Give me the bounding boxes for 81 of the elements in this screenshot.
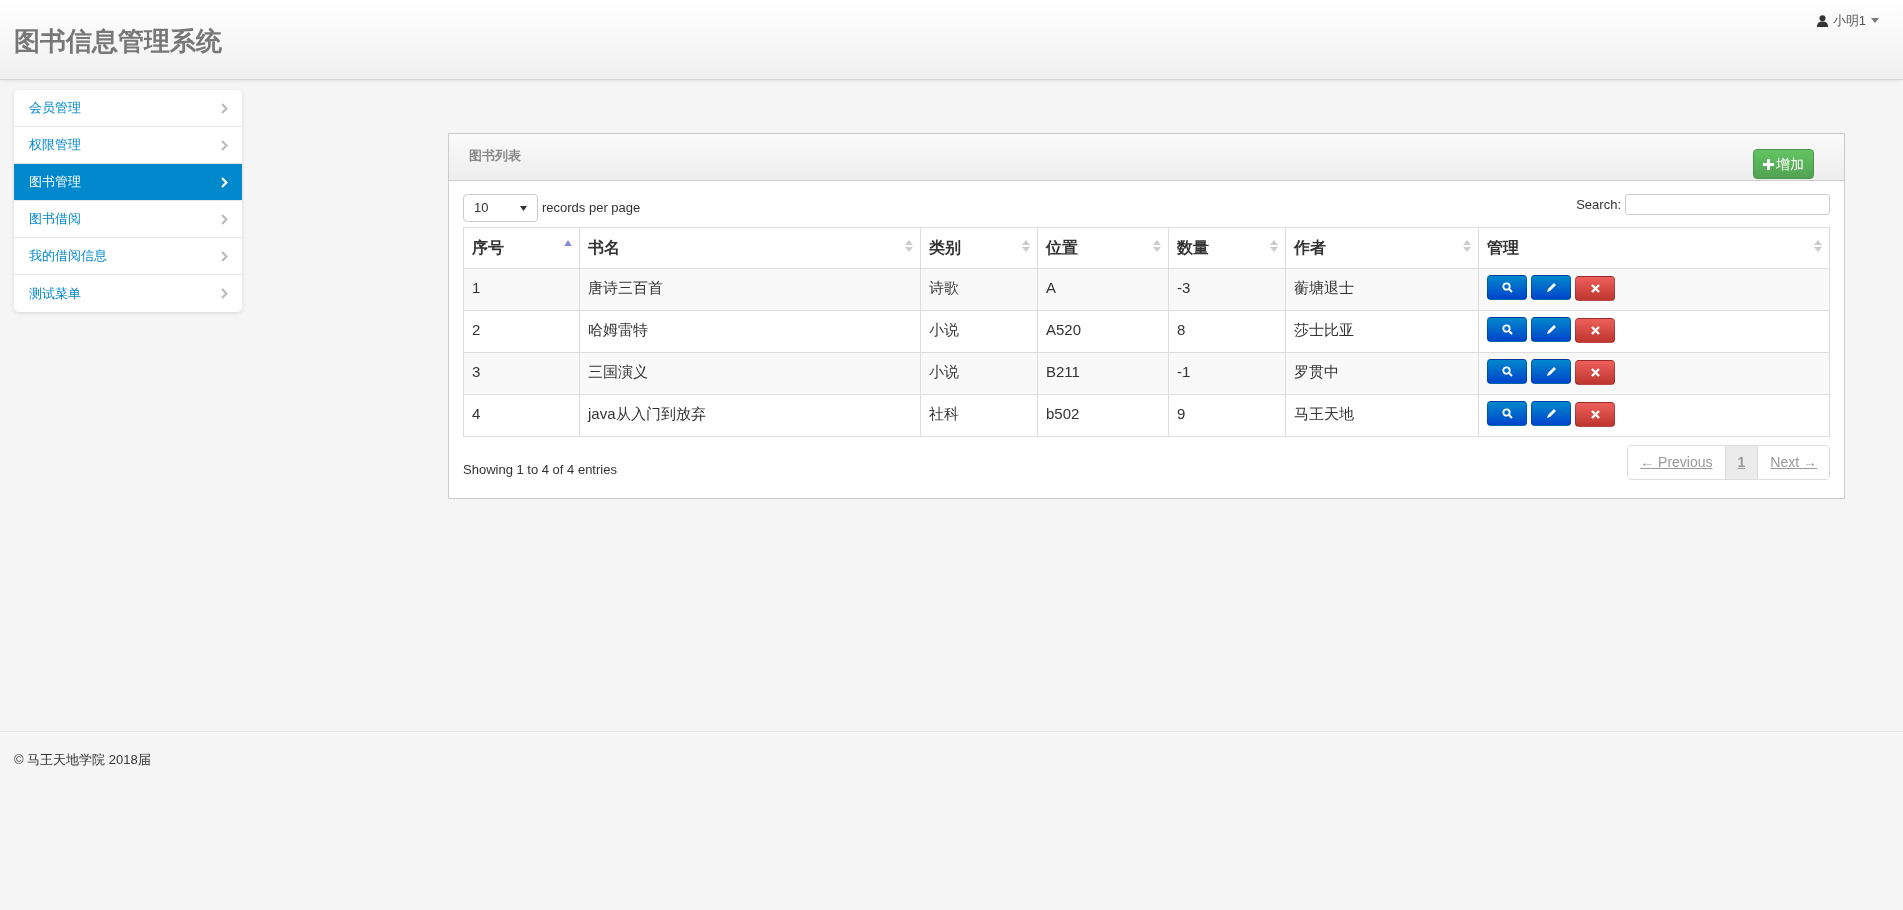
table-cell: 马王天地	[1285, 394, 1479, 437]
table-cell: 4	[463, 394, 580, 437]
chevron-right-icon	[221, 139, 228, 151]
delete-button[interactable]	[1575, 276, 1615, 301]
table-cell: b502	[1037, 394, 1169, 437]
page-size-select[interactable]: 10	[463, 194, 538, 222]
sidebar-item[interactable]: 图书借阅	[14, 201, 242, 238]
search-icon	[1501, 282, 1513, 293]
delete-button[interactable]	[1575, 318, 1615, 343]
pagination-link[interactable]: 1	[1725, 446, 1759, 479]
table-cell: 哈姆雷特	[579, 310, 921, 353]
chevron-right-icon	[221, 176, 228, 188]
table-cell: 莎士比亚	[1285, 310, 1479, 353]
table-cell: -3	[1168, 268, 1286, 311]
view-button[interactable]	[1487, 275, 1527, 300]
pencil-icon	[1545, 282, 1557, 293]
edit-button[interactable]	[1531, 317, 1571, 342]
column-header[interactable]: 类别	[920, 227, 1038, 269]
table-cell: 唐诗三百首	[579, 268, 921, 311]
app-title: 图书信息管理系统	[14, 25, 222, 58]
delete-button[interactable]	[1575, 360, 1615, 385]
footer-text: © 马王天地学院 2018届	[14, 752, 151, 767]
chevron-right-icon	[221, 102, 228, 114]
table-cell: 2	[463, 310, 580, 353]
table-cell: 小说	[920, 352, 1038, 395]
caret-icon	[520, 205, 527, 211]
search-label: Search:	[1576, 195, 1621, 214]
table-cell: 3	[463, 352, 580, 395]
table-cell: 罗贯中	[1285, 352, 1479, 395]
chevron-right-icon	[221, 288, 228, 299]
search-field[interactable]	[1625, 194, 1830, 215]
plus-icon	[1763, 158, 1774, 170]
delete-button[interactable]	[1575, 402, 1615, 427]
sidebar-item[interactable]: 我的借阅信息	[14, 238, 242, 275]
column-header[interactable]: 作者	[1285, 227, 1479, 269]
table-cell: 1	[463, 268, 580, 311]
column-header[interactable]: 数量	[1168, 227, 1286, 269]
chevron-right-icon	[221, 213, 228, 225]
table-cell: 三国演义	[579, 352, 921, 395]
sidebar-item[interactable]: 会员管理	[14, 90, 242, 127]
caret-icon	[1871, 18, 1879, 24]
table-cell: 9	[1168, 394, 1286, 437]
edit-button[interactable]	[1531, 401, 1571, 426]
pencil-icon	[1545, 324, 1557, 335]
search-icon	[1501, 408, 1513, 419]
entries-info: Showing 1 to 4 of 4 entries	[463, 460, 617, 479]
table-cell: 社科	[920, 394, 1038, 437]
table-cell: -1	[1168, 352, 1286, 395]
chevron-right-icon	[221, 250, 228, 262]
table-cell: java从入门到放弃	[579, 394, 921, 437]
view-button[interactable]	[1487, 359, 1527, 384]
edit-button[interactable]	[1531, 275, 1571, 300]
table-cell: 8	[1168, 310, 1286, 353]
search-icon	[1501, 324, 1513, 335]
column-header[interactable]: 管理	[1478, 227, 1830, 269]
table-cell: 小说	[920, 310, 1038, 353]
edit-button[interactable]	[1531, 359, 1571, 384]
column-header[interactable]: 序号	[463, 227, 580, 269]
person-icon	[1816, 14, 1828, 27]
close-icon	[1590, 284, 1600, 293]
search-icon	[1501, 366, 1513, 377]
close-icon	[1590, 368, 1600, 377]
table-cell: A	[1037, 268, 1169, 311]
table-cell: A520	[1037, 310, 1169, 353]
panel-title: 图书列表	[469, 147, 521, 165]
column-header[interactable]: 书名	[579, 227, 921, 269]
table-cell: B211	[1037, 352, 1169, 395]
add-button[interactable]: 增加	[1753, 149, 1814, 179]
pencil-icon	[1545, 408, 1557, 419]
table-cell: 诗歌	[920, 268, 1038, 311]
page-size-label: records per page	[542, 199, 641, 218]
column-header[interactable]: 位置	[1037, 227, 1169, 269]
view-button[interactable]	[1487, 317, 1527, 342]
sidebar-item[interactable]: 测试菜单	[14, 275, 242, 312]
sidebar-item[interactable]: 图书管理	[14, 164, 242, 201]
user-menu[interactable]: 小明1	[1810, 10, 1885, 32]
close-icon	[1590, 410, 1600, 419]
close-icon	[1590, 326, 1600, 335]
pencil-icon	[1545, 366, 1557, 377]
table-cell: 蘅塘退士	[1285, 268, 1479, 311]
view-button[interactable]	[1487, 401, 1527, 426]
